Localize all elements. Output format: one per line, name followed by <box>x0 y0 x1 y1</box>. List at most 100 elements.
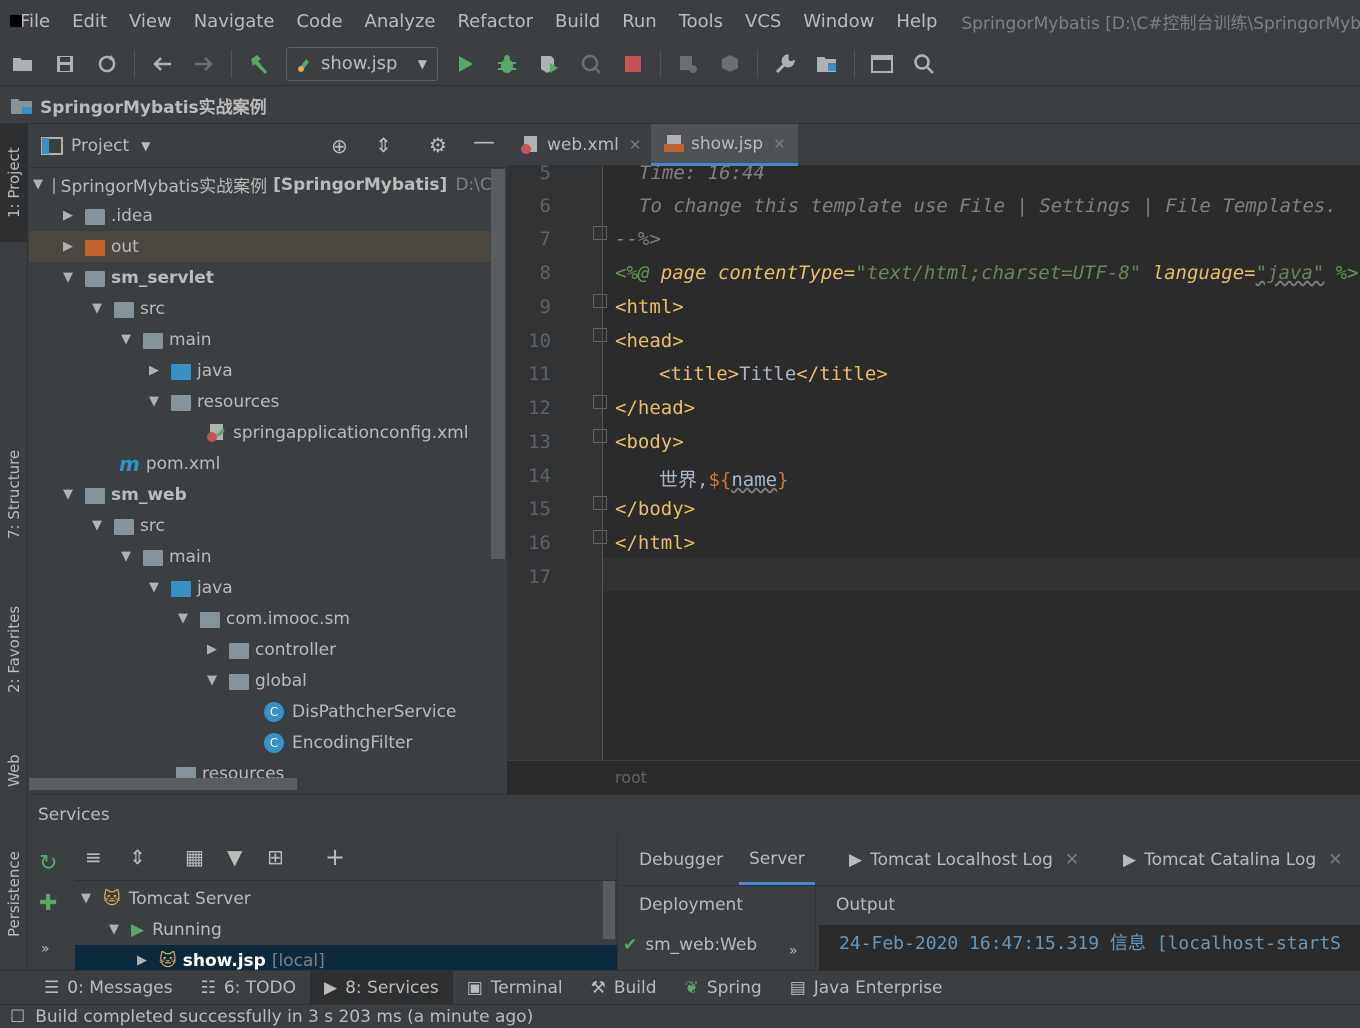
attach-debugger-icon[interactable] <box>671 47 705 81</box>
chevron-down-icon[interactable]: ▼ <box>33 177 43 192</box>
menu-navigate[interactable]: Navigate <box>194 11 275 32</box>
menu-vcs[interactable]: VCS <box>745 11 781 32</box>
run-icon[interactable] <box>448 47 482 81</box>
menu-edit[interactable]: Edit <box>72 11 107 32</box>
new-tab-icon[interactable]: ⊞ <box>267 845 284 869</box>
run-configuration-select[interactable]: show.jsp ▼ <box>286 46 438 81</box>
tree-item-java[interactable]: ▶ java <box>29 355 491 386</box>
close-icon[interactable]: ✕ <box>1065 850 1079 870</box>
tool-window-persistence[interactable]: Persistence <box>0 829 28 959</box>
debug-bug-icon[interactable] <box>490 47 524 81</box>
sync-icon[interactable] <box>90 47 124 81</box>
tree-item-encoding-filter[interactable]: C EncodingFilter <box>29 727 491 758</box>
fold-marker-icon[interactable] <box>593 328 607 342</box>
menu-window[interactable]: Window <box>803 11 874 32</box>
group-by-icon[interactable]: ▦ <box>185 845 204 869</box>
tool-window-structure[interactable]: 7: Structure <box>0 429 28 559</box>
deployment-item[interactable]: ✔ sm_web:Web <box>623 929 813 960</box>
tree-item-sm-servlet[interactable]: ▼ sm_servlet <box>29 262 491 293</box>
open-folder-icon[interactable] <box>6 47 40 81</box>
fold-marker-icon[interactable] <box>593 226 607 240</box>
more-icon[interactable]: » <box>41 941 50 957</box>
chevron-down-icon[interactable]: ▼ <box>176 611 190 626</box>
tree-item-resources[interactable]: ▼ resources <box>29 386 491 417</box>
tree-item-springapplicationconfig[interactable]: springapplicationconfig.xml <box>29 417 491 448</box>
menu-run[interactable]: Run <box>622 11 657 32</box>
fold-marker-icon[interactable] <box>593 294 607 308</box>
deploy-icon[interactable] <box>713 47 747 81</box>
menu-code[interactable]: Code <box>296 11 342 32</box>
tree-item-controller[interactable]: ▶ controller <box>29 634 491 665</box>
search-icon[interactable] <box>907 47 941 81</box>
breadcrumb-project[interactable]: SpringorMybatis实战案例 <box>40 93 267 118</box>
more-icon[interactable]: » <box>789 943 798 959</box>
collapse-all-icon[interactable]: ⇕ <box>375 133 392 157</box>
tool-window-project[interactable]: 1: Project <box>0 124 28 242</box>
tab-web-xml[interactable]: web.xml ✕ <box>507 124 653 166</box>
profile-icon[interactable] <box>574 47 608 81</box>
tree-item-main[interactable]: ▼ main <box>29 541 491 572</box>
code-editor[interactable]: 5 6 7 8 9 10 11 12 13 14 15 16 17 Time: … <box>507 162 1360 760</box>
menu-help[interactable]: Help <box>896 11 937 32</box>
service-running[interactable]: ▼ ▶ Running <box>107 914 222 945</box>
chevron-down-icon[interactable]: ▼ <box>90 518 104 533</box>
tree-item-main[interactable]: ▼ main <box>29 324 491 355</box>
close-icon[interactable]: ✕ <box>773 135 786 153</box>
tool-spring[interactable]: ❦ Spring <box>671 971 776 1005</box>
chevron-right-icon[interactable]: ▶ <box>205 642 219 657</box>
services-scrollbar[interactable] <box>603 881 615 939</box>
tool-java-enterprise[interactable]: ▤ Java Enterprise <box>776 971 957 1005</box>
project-horizontal-scrollbar[interactable] <box>29 778 297 790</box>
chevron-down-icon[interactable]: ▼ <box>141 139 150 153</box>
tab-show-jsp[interactable]: show.jsp ✕ <box>651 124 798 166</box>
menu-file[interactable]: File <box>20 11 50 32</box>
close-icon[interactable]: ✕ <box>629 136 642 154</box>
status-message[interactable]: Build completed successfully in 3 s 203 … <box>35 1007 533 1027</box>
add-service-icon[interactable]: ✚ <box>39 891 57 916</box>
filter-icon[interactable]: ▼ <box>227 845 242 869</box>
service-tomcat-server[interactable]: ▼ 🐱 Tomcat Server <box>79 883 251 914</box>
tree-item-pom[interactable]: m pom.xml <box>29 448 491 479</box>
chevron-right-icon[interactable]: ▶ <box>61 239 75 254</box>
menu-refactor[interactable]: Refactor <box>457 11 533 32</box>
tool-messages[interactable]: ☰ 0: Messages <box>0 971 187 1005</box>
settings-wrench-icon[interactable] <box>768 47 802 81</box>
tab-tomcat-localhost-log[interactable]: ▶ Tomcat Localhost Log ✕ <box>839 835 1089 885</box>
output-console[interactable]: 24-Feb-2020 16:47:15.319 信息 [localhost-s… <box>819 925 1360 971</box>
fold-marker-icon[interactable] <box>593 429 607 443</box>
tree-item-dispatcher-service[interactable]: C DisPathcherService <box>29 696 491 727</box>
chevron-right-icon[interactable]: ▶ <box>135 953 149 968</box>
fold-marker-icon[interactable] <box>593 530 607 544</box>
back-arrow-icon[interactable] <box>145 47 179 81</box>
presentation-mode-icon[interactable] <box>865 47 899 81</box>
tool-window-web[interactable]: Web <box>0 736 28 806</box>
tab-tomcat-catalina-log[interactable]: ▶ Tomcat Catalina Log ✕ <box>1113 835 1352 885</box>
tree-item-package[interactable]: ▼ com.imooc.sm <box>29 603 491 634</box>
build-hammer-icon[interactable] <box>242 47 276 81</box>
menu-view[interactable]: View <box>129 11 172 32</box>
chevron-down-icon[interactable]: ▼ <box>61 270 75 285</box>
tab-server[interactable]: Server <box>739 835 815 885</box>
menu-analyze[interactable]: Analyze <box>365 11 436 32</box>
chevron-down-icon[interactable]: ▼ <box>90 301 104 316</box>
refresh-icon[interactable]: ↻ <box>39 851 57 876</box>
tool-window-favorites[interactable]: 2: Favorites <box>0 584 28 714</box>
tool-todo[interactable]: ☷ 6: TODO <box>187 971 310 1005</box>
tree-item-src[interactable]: ▼ src <box>29 510 491 541</box>
project-structure-icon[interactable] <box>810 47 844 81</box>
stop-icon[interactable] <box>616 47 650 81</box>
fold-marker-icon[interactable] <box>593 496 607 510</box>
menu-tools[interactable]: Tools <box>679 11 723 32</box>
expand-all-icon[interactable]: ≡ <box>85 845 102 869</box>
chevron-right-icon[interactable]: ▶ <box>61 208 75 223</box>
tree-item-sm-web[interactable]: ▼ sm_web <box>29 479 491 510</box>
project-scrollbar[interactable] <box>491 169 505 559</box>
chevron-down-icon[interactable]: ▼ <box>119 549 133 564</box>
forward-arrow-icon[interactable] <box>187 47 221 81</box>
chevron-down-icon[interactable]: ▼ <box>107 922 121 937</box>
close-icon[interactable]: ✕ <box>1328 850 1342 870</box>
fold-marker-icon[interactable] <box>593 395 607 409</box>
tree-item-global[interactable]: ▼ global <box>29 665 491 696</box>
tree-item-src[interactable]: ▼ src <box>29 293 491 324</box>
save-icon[interactable] <box>48 47 82 81</box>
